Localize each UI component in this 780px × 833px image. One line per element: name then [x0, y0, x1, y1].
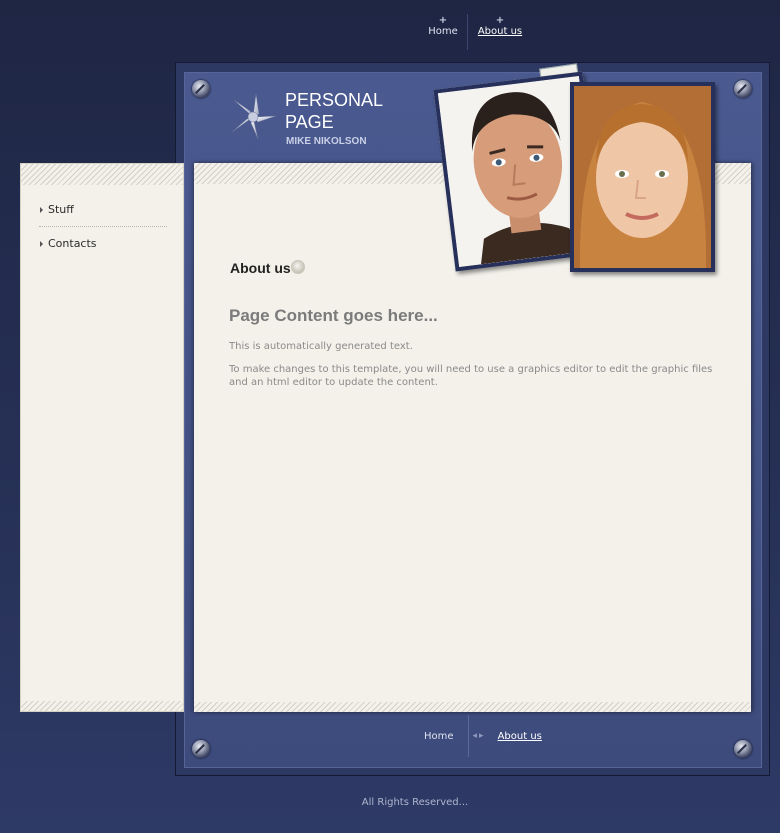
top-nav-about-us[interactable]: + About us: [469, 14, 531, 50]
photo-woman: [570, 82, 715, 272]
footer-nav: Home ◂▸ About us: [420, 715, 546, 757]
star-icon: [231, 93, 277, 140]
plus-icon: +: [495, 15, 505, 26]
nav-divider: [467, 715, 469, 757]
screw-icon: [192, 740, 210, 758]
nav-divider: [467, 14, 468, 50]
footer-nav-home[interactable]: Home: [420, 731, 458, 742]
section-heading: About us: [230, 260, 291, 276]
sidebar-menu: Stuff Contacts: [39, 203, 167, 270]
screw-icon: [734, 80, 752, 98]
paragraph: To make changes to this template, you wi…: [229, 364, 713, 388]
top-nav-home-label: Home: [428, 26, 458, 37]
sidebar-item-stuff[interactable]: Stuff: [39, 203, 167, 227]
sidebar-stripe-bottom: [21, 701, 183, 711]
copyright: All Rights Reserved...: [361, 797, 469, 808]
woman-portrait-image: [574, 86, 711, 268]
paragraph: This is automatically generated text.: [229, 341, 413, 352]
screw-icon: [734, 740, 752, 758]
top-nav-home[interactable]: + Home: [420, 14, 466, 50]
top-nav: + Home + About us: [420, 14, 531, 50]
content-stripe-bottom: [194, 702, 751, 712]
sidebar-stripe: [21, 164, 183, 185]
arrows-icon: ◂▸: [472, 731, 486, 741]
sidebar-item-contacts[interactable]: Contacts: [39, 237, 167, 270]
plus-icon: +: [438, 15, 448, 26]
circle-bullet-icon: [291, 260, 305, 274]
page-heading: Page Content goes here...: [229, 306, 438, 325]
footer-nav-about-us[interactable]: About us: [494, 731, 546, 742]
sidebar: Stuff Contacts: [20, 163, 184, 712]
site-title: PERSONAL PAGE: [285, 90, 383, 132]
screw-icon: [192, 80, 210, 98]
site-subtitle: MIKE NIKOLSON: [286, 136, 367, 147]
top-nav-about-us-label: About us: [477, 26, 523, 37]
